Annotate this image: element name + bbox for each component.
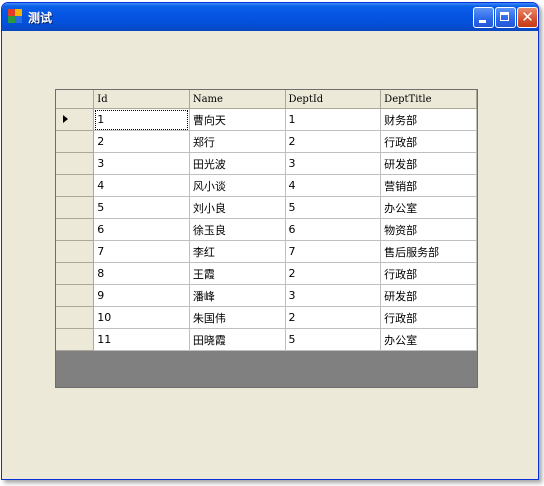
cell-deptid[interactable]: 2 (285, 262, 382, 285)
cell-id[interactable]: 5 (93, 196, 190, 219)
row-header[interactable] (56, 306, 95, 329)
cell-name[interactable]: 郑行 (189, 130, 286, 153)
table-row[interactable]: 9 潘峰 3 研发部 (56, 284, 477, 307)
cell-deptid[interactable]: 2 (285, 306, 382, 329)
cell-deptid[interactable]: 2 (285, 130, 382, 153)
close-icon: ✕ (521, 8, 534, 26)
table-row[interactable]: 2 郑行 2 行政部 (56, 130, 477, 153)
row-header[interactable] (56, 240, 95, 263)
table-row[interactable]: 10 朱国伟 2 行政部 (56, 306, 477, 329)
cell-depttitle[interactable]: 财务部 (380, 108, 477, 131)
close-button[interactable]: ✕ (517, 7, 538, 28)
cell-deptid[interactable]: 5 (285, 196, 382, 219)
cell-id[interactable]: 4 (93, 174, 190, 197)
title-bar[interactable]: 测试 ✕ (2, 3, 538, 31)
current-row-arrow-icon (63, 115, 68, 123)
cell-id[interactable]: 8 (93, 262, 190, 285)
cell-deptid[interactable]: 7 (285, 240, 382, 263)
maximize-button[interactable] (495, 7, 516, 28)
minimize-button[interactable] (473, 7, 494, 28)
cell-deptid[interactable]: 6 (285, 218, 382, 241)
header-row: Id Name DeptId DeptTitle (56, 90, 477, 109)
minimize-icon (479, 20, 486, 23)
table-row[interactable]: 7 李红 7 售后服务部 (56, 240, 477, 263)
column-header-name[interactable]: Name (189, 90, 286, 109)
row-header[interactable] (56, 262, 95, 285)
cell-name[interactable]: 李红 (189, 240, 286, 263)
cell-depttitle[interactable]: 研发部 (380, 284, 477, 307)
cell-id[interactable]: 3 (93, 152, 190, 175)
row-header[interactable] (56, 174, 95, 197)
maximize-icon (500, 12, 509, 21)
cell-id[interactable]: 9 (93, 284, 190, 307)
cell-name[interactable]: 潘峰 (189, 284, 286, 307)
cell-name[interactable]: 刘小良 (189, 196, 286, 219)
column-header-id[interactable]: Id (93, 90, 190, 109)
row-header[interactable] (56, 130, 95, 153)
table-row[interactable]: 3 田光波 3 研发部 (56, 152, 477, 175)
grid-corner-header[interactable] (56, 90, 95, 109)
cell-name[interactable]: 徐玉良 (189, 218, 286, 241)
cell-depttitle[interactable]: 行政部 (380, 130, 477, 153)
cell-depttitle[interactable]: 办公室 (380, 328, 477, 351)
cell-id[interactable]: 2 (93, 130, 190, 153)
cell-depttitle[interactable]: 办公室 (380, 196, 477, 219)
cell-depttitle[interactable]: 物资部 (380, 218, 477, 241)
cell-name[interactable]: 曹向天 (189, 108, 286, 131)
app-icon[interactable] (8, 9, 22, 23)
cell-deptid[interactable]: 3 (285, 284, 382, 307)
cell-name[interactable]: 风小谈 (189, 174, 286, 197)
cell-deptid[interactable]: 4 (285, 174, 382, 197)
table-row[interactable]: 11 田晓霞 5 办公室 (56, 328, 477, 351)
cell-depttitle[interactable]: 行政部 (380, 262, 477, 285)
row-header[interactable] (56, 284, 95, 307)
cell-name[interactable]: 朱国伟 (189, 306, 286, 329)
table-row[interactable]: 5 刘小良 5 办公室 (56, 196, 477, 219)
column-header-deptid[interactable]: DeptId (285, 90, 382, 109)
grid-table: Id Name DeptId DeptTitle 1 曹向天 1 财务部 2 郑行 2 行政部… (56, 90, 477, 351)
cell-deptid[interactable]: 1 (285, 108, 382, 131)
table-row[interactable]: 4 风小谈 4 营销部 (56, 174, 477, 197)
cell-name[interactable]: 王霞 (189, 262, 286, 285)
cell-depttitle[interactable]: 营销部 (380, 174, 477, 197)
main-window: 测试 ✕ Id Name DeptId DeptTitle 1 曹向天 1 财务… (1, 2, 539, 480)
cell-depttitle[interactable]: 行政部 (380, 306, 477, 329)
grid-body: 1 曹向天 1 财务部 2 郑行 2 行政部 3 田光波 3 研发部 4 风小谈 4 营销部 5 刘小良 5 办公室 6… (56, 108, 477, 351)
cell-deptid[interactable]: 5 (285, 328, 382, 351)
data-grid-view[interactable]: Id Name DeptId DeptTitle 1 曹向天 1 财务部 2 郑行 2 行政部… (55, 89, 478, 388)
cell-depttitle[interactable]: 售后服务部 (380, 240, 477, 263)
cell-id[interactable]: 11 (93, 328, 190, 351)
row-header[interactable] (56, 196, 95, 219)
table-row[interactable]: 8 王霞 2 行政部 (56, 262, 477, 285)
cell-depttitle[interactable]: 研发部 (380, 152, 477, 175)
row-header[interactable] (56, 152, 95, 175)
cell-id[interactable]: 1 (93, 108, 190, 131)
cell-id[interactable]: 10 (93, 306, 190, 329)
table-row[interactable]: 1 曹向天 1 财务部 (56, 108, 477, 131)
row-header[interactable] (56, 218, 95, 241)
cell-name[interactable]: 田晓霞 (189, 328, 286, 351)
row-header[interactable] (56, 108, 95, 131)
column-header-depttitle[interactable]: DeptTitle (380, 90, 477, 109)
window-title: 测试 (28, 11, 53, 25)
cell-name[interactable]: 田光波 (189, 152, 286, 175)
cell-id[interactable]: 7 (93, 240, 190, 263)
cell-id[interactable]: 6 (93, 218, 190, 241)
row-header[interactable] (56, 328, 95, 351)
table-row[interactable]: 6 徐玉良 6 物资部 (56, 218, 477, 241)
cell-deptid[interactable]: 3 (285, 152, 382, 175)
